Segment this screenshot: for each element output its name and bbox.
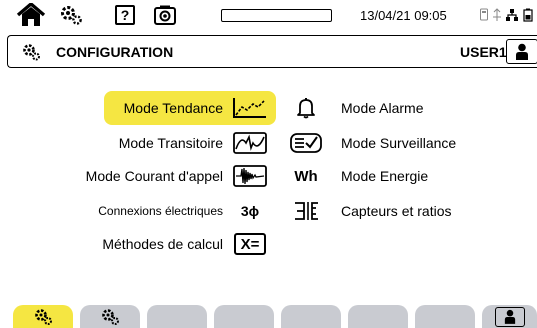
- energy-wh-icon[interactable]: Wh: [290, 163, 322, 189]
- usb-icon: [480, 8, 488, 21]
- tab-6[interactable]: [348, 305, 408, 328]
- tab-4[interactable]: [214, 305, 274, 328]
- menu-item-methodes-calcul[interactable]: Méthodes de calcul: [74, 228, 227, 260]
- menu-label: Mode Courant d'appel: [85, 168, 223, 184]
- monitoring-checklist-icon[interactable]: [290, 130, 322, 156]
- status-icons: [479, 7, 537, 23]
- title-bar: CONFIGURATION USER1: [7, 35, 537, 68]
- three-phase-icon[interactable]: 3ϕ: [232, 198, 268, 224]
- home-icon[interactable]: [14, 3, 48, 27]
- user-name: USER1: [460, 44, 507, 60]
- tab-5[interactable]: [281, 305, 341, 328]
- menu-item-capteurs-ratios[interactable]: Capteurs et ratios: [341, 195, 452, 227]
- status-bar: ? 13/04/21 09:05: [0, 0, 537, 30]
- user-icon: [494, 306, 525, 327]
- menu-item-mode-courant-appel[interactable]: Mode Courant d'appel: [74, 160, 227, 192]
- user-button[interactable]: [506, 39, 537, 64]
- menu-item-connexions-electriques[interactable]: Connexions électriques: [74, 195, 227, 227]
- calculation-icon[interactable]: X=: [232, 231, 268, 257]
- menu-item-mode-alarme[interactable]: Mode Alarme: [341, 92, 423, 124]
- sensor-ratio-icon[interactable]: [290, 198, 322, 224]
- page-title: CONFIGURATION: [56, 44, 174, 60]
- progress-bar: [221, 9, 332, 22]
- transient-wave-icon[interactable]: [232, 130, 268, 156]
- menu-item-mode-transitoire[interactable]: Mode Transitoire: [74, 127, 227, 159]
- lan-icon: [506, 9, 518, 21]
- menu-label: Mode Transitoire: [118, 135, 223, 151]
- menu-label: Méthodes de calcul: [102, 236, 223, 252]
- user-icon: [516, 43, 528, 60]
- menu-item-mode-surveillance[interactable]: Mode Surveillance: [341, 127, 456, 159]
- tab-user[interactable]: [482, 305, 537, 328]
- tab-configuration[interactable]: [13, 305, 73, 328]
- datetime: 13/04/21 09:05: [360, 8, 447, 23]
- configuration-gear-icon: [23, 44, 40, 61]
- help-icon[interactable]: ?: [113, 3, 137, 27]
- config-gear-icon: [35, 308, 52, 325]
- menu-label: Mode Tendance: [123, 100, 223, 116]
- menu-item-mode-energie[interactable]: Mode Energie: [341, 160, 428, 192]
- menu-label: Connexions électriques: [98, 204, 223, 218]
- network-icon: [493, 8, 501, 21]
- calculation-icon-text: X=: [234, 233, 266, 255]
- inrush-current-icon[interactable]: [232, 163, 268, 189]
- settings-gear-icon: [102, 308, 119, 325]
- trend-chart-icon[interactable]: [232, 95, 268, 121]
- camera-icon[interactable]: [153, 3, 177, 27]
- menu-item-mode-tendance[interactable]: Mode Tendance: [74, 91, 276, 125]
- bottom-tab-bar: [0, 305, 537, 328]
- tab-settings[interactable]: [80, 305, 140, 328]
- tab-3[interactable]: [147, 305, 207, 328]
- bell-icon[interactable]: [290, 95, 322, 121]
- battery-icon: [523, 8, 533, 22]
- settings-gear-icon[interactable]: [58, 3, 84, 27]
- tab-7[interactable]: [415, 305, 475, 328]
